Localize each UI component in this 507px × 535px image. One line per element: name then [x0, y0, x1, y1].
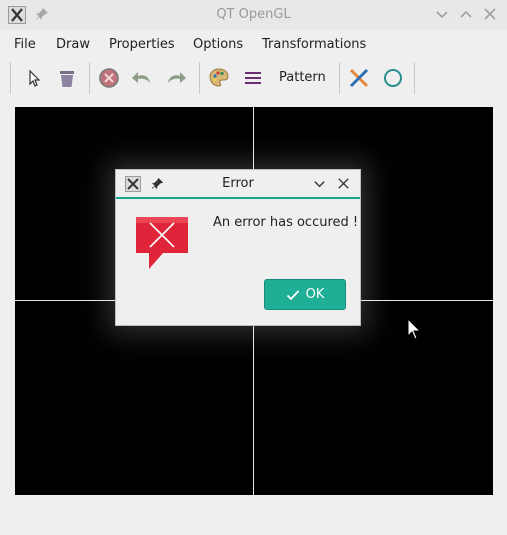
toolbar-separator: [199, 62, 200, 94]
maximize-icon[interactable]: [458, 6, 474, 22]
toolbar-separator: [414, 62, 415, 94]
error-message: An error has occured !: [213, 215, 359, 230]
error-bubble-icon: [135, 213, 189, 269]
close-icon[interactable]: [482, 6, 498, 22]
toolbar-separator: [339, 62, 340, 94]
trash-icon[interactable]: [55, 66, 79, 90]
pointer-icon[interactable]: [22, 66, 46, 90]
close-icon[interactable]: [336, 176, 351, 191]
menu-properties[interactable]: Properties: [109, 37, 175, 52]
toolbar-separator: [89, 62, 90, 94]
ok-button-label: OK: [305, 287, 325, 302]
mouse-cursor-icon: [407, 317, 423, 342]
menu-options[interactable]: Options: [193, 37, 243, 52]
cross-lines-icon[interactable]: [347, 66, 371, 90]
minimize-icon[interactable]: [434, 6, 450, 22]
error-dialog: Error An error has occured ! OK: [115, 169, 361, 326]
menu-transformations[interactable]: Transformations: [262, 37, 366, 52]
menu-draw[interactable]: Draw: [56, 37, 90, 52]
status-bar: [0, 503, 507, 535]
undo-icon[interactable]: [130, 66, 154, 90]
palette-icon[interactable]: [207, 66, 231, 90]
window-titlebar[interactable]: QT OpenGL: [0, 0, 507, 30]
ok-button[interactable]: OK: [264, 279, 346, 310]
toolbar-handle: [10, 62, 11, 94]
line-width-icon[interactable]: [241, 66, 265, 90]
dialog-titlebar[interactable]: Error: [116, 170, 360, 197]
dialog-accent-line: [116, 197, 360, 199]
circle-icon[interactable]: [381, 66, 405, 90]
menu-file[interactable]: File: [14, 37, 36, 52]
redo-icon[interactable]: [164, 66, 188, 90]
menu-bar: File Draw Properties Options Transformat…: [0, 34, 507, 56]
toolbar: Pattern: [0, 60, 507, 96]
chevron-down-icon[interactable]: [312, 176, 327, 191]
cancel-icon[interactable]: [97, 66, 121, 90]
pattern-button[interactable]: Pattern: [279, 70, 326, 85]
window-title: QT OpenGL: [216, 7, 291, 22]
check-icon: [286, 289, 299, 300]
